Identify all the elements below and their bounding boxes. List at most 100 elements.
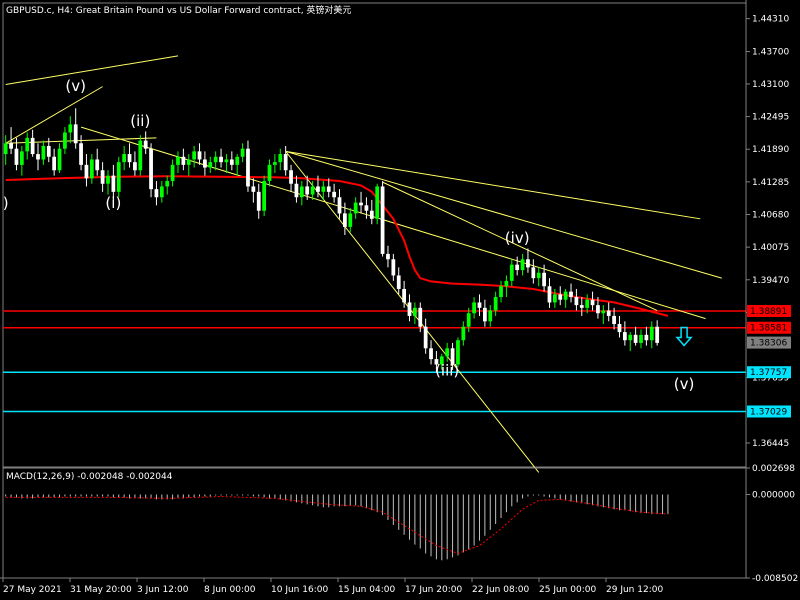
candle-body <box>46 145 51 157</box>
candle-body <box>14 148 19 165</box>
candle-body <box>68 124 73 133</box>
price-tick-label: 1.42495 <box>752 113 789 123</box>
macd-tick-label: 0.000000 <box>752 490 795 500</box>
price-tick-label: 1.40680 <box>752 210 789 220</box>
candle-body <box>515 264 520 271</box>
chart-canvas[interactable]: (v) (ii)) (i) (iv) (iii) (v) 1.44310 1.43700 1.… <box>0 0 800 600</box>
candle-body <box>176 156 180 165</box>
candle-body <box>262 181 267 211</box>
candle-body <box>477 302 482 308</box>
candle-body <box>213 156 218 163</box>
time-tick-label: 3 Jun 12:00 <box>137 585 189 595</box>
candle-body <box>84 164 89 179</box>
candle-body <box>159 186 164 198</box>
candle-body <box>289 170 293 184</box>
price-tick-label: 1.41285 <box>752 178 789 188</box>
time-tick-label: 31 May 20:00 <box>70 585 132 595</box>
candle-body <box>326 186 331 192</box>
candle-body <box>73 124 78 144</box>
wave-label: (iv) <box>505 229 530 247</box>
candle-body <box>208 162 213 168</box>
candle-body <box>25 137 30 152</box>
candle-body <box>348 213 353 227</box>
candle-body <box>19 151 24 165</box>
candle-body <box>95 159 100 171</box>
candle-body <box>186 159 191 165</box>
candle-body <box>127 154 132 163</box>
candle-body <box>273 162 277 165</box>
candle-body <box>655 326 660 343</box>
candle-body <box>531 267 536 279</box>
candle-body <box>111 175 116 192</box>
candle-body <box>52 156 57 171</box>
candle-body <box>590 299 595 306</box>
candle-body <box>499 286 503 298</box>
candle-body <box>579 305 584 308</box>
candle-body <box>601 310 606 314</box>
candle-body <box>402 288 406 303</box>
candle-body <box>138 140 143 171</box>
candle-body <box>299 186 304 198</box>
candle-body <box>122 154 127 163</box>
candle-body <box>353 202 358 214</box>
candle-body <box>445 348 450 357</box>
candle-body <box>644 334 649 341</box>
price-tick-label: 1.43100 <box>752 80 789 90</box>
macd-title: MACD(12,26,9) -0.002048 -0.002044 <box>6 472 173 482</box>
price-tick-label: 1.39470 <box>752 276 789 286</box>
candle-body <box>558 294 563 300</box>
candle-body <box>542 272 546 287</box>
price-tick-label: 1.44310 <box>752 15 789 25</box>
candle-body <box>396 275 401 289</box>
candle-body <box>606 310 611 316</box>
candle-body <box>380 186 385 254</box>
candle-body <box>364 205 369 211</box>
candle-body <box>493 297 498 311</box>
time-tick-label: 22 Jun 08:00 <box>472 585 529 595</box>
candle-body <box>332 191 337 198</box>
candle-body <box>472 302 476 314</box>
candle-body <box>192 151 197 160</box>
candle-body <box>520 259 525 271</box>
wave-label: (v) <box>65 77 86 95</box>
candle-body <box>552 294 557 303</box>
candle-body <box>267 164 272 182</box>
wave-label: (v) <box>674 375 695 393</box>
candle-body <box>369 210 374 219</box>
candle-body <box>143 140 148 149</box>
candle-body <box>536 272 541 279</box>
price-tag-label: 1.37029 <box>750 407 787 417</box>
candle-body <box>639 334 643 343</box>
candle-body <box>310 186 315 195</box>
candle-body <box>278 154 283 163</box>
candle-body <box>197 151 202 160</box>
candle-body <box>181 156 186 165</box>
candle-body <box>504 280 509 287</box>
time-tick-label: 8 Jun 00:00 <box>204 585 256 595</box>
candle-body <box>294 183 299 198</box>
candle-body <box>569 291 573 298</box>
wave-label: (iii) <box>435 361 459 379</box>
price-tag-label: 1.37757 <box>750 368 787 378</box>
candle-body <box>79 143 83 165</box>
candle-body <box>316 186 320 192</box>
macd-tick-label: 0.002698 <box>752 464 795 474</box>
candle-body <box>596 305 600 314</box>
candle-body <box>57 148 62 171</box>
candle-body <box>375 186 380 219</box>
time-tick-label: 15 Jun 04:00 <box>338 585 395 595</box>
candle-body <box>509 264 514 281</box>
wave-label: (ii) <box>130 112 150 130</box>
candle-body <box>423 326 428 349</box>
candle-body <box>391 259 396 276</box>
candle-body <box>649 326 654 341</box>
candle-body <box>617 324 622 333</box>
chart-title: GBPUSD.c, H4: Great Britain Pound vs US … <box>6 6 352 16</box>
candle-body <box>36 154 40 160</box>
candle-body <box>407 302 412 316</box>
candle-body <box>106 175 110 184</box>
price-tick-label: 1.40075 <box>752 243 789 253</box>
candle-body <box>219 156 223 163</box>
candle-body <box>89 159 94 179</box>
candle-body <box>63 132 67 149</box>
